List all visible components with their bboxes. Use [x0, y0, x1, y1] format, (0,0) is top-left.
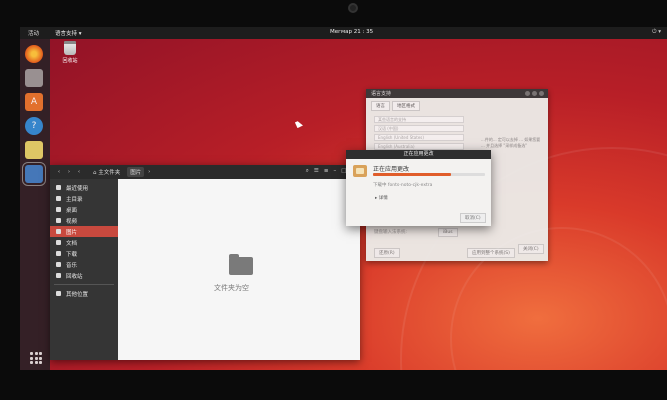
back-icon[interactable]: ‹	[54, 169, 64, 175]
language-support-titlebar: 语言支持	[366, 89, 548, 98]
search-icon[interactable]: ⌕	[306, 168, 309, 175]
sidebar-item-videos[interactable]: 视频	[50, 215, 118, 226]
breadcrumb-current[interactable]: 图片	[127, 167, 145, 177]
path-right-icon[interactable]: ›	[144, 169, 154, 175]
sidebar-item-music[interactable]: 音乐	[50, 259, 118, 270]
revert-button[interactable]: 还原(R)	[374, 248, 400, 258]
sidebar-item-desktop[interactable]: 桌面	[50, 204, 118, 215]
plus-icon	[56, 291, 61, 296]
sidebar-item-downloads[interactable]: 下载	[50, 248, 118, 259]
applying-changes-dialog: 正在应用更改 正在应用更改 下载中 fonts-noto-cjk-extra ▸…	[346, 150, 491, 226]
progress-bar	[373, 173, 485, 176]
video-icon	[56, 218, 61, 223]
path-left-icon[interactable]: ‹	[74, 169, 84, 175]
maximize-icon[interactable]	[532, 91, 537, 96]
menu-icon[interactable]: ≡	[324, 168, 329, 175]
file-manager-header: ‹ › ‹ ⌂ 主文件夹 图片 › ⌕ ☰ ≡ – □ ✕	[50, 165, 360, 179]
help-icon[interactable]: ?	[25, 117, 43, 135]
package-icon	[353, 165, 367, 177]
language-support-title: 语言支持	[371, 91, 392, 97]
empty-folder-text: 文件夹为空	[214, 284, 249, 292]
trash-icon	[64, 41, 76, 55]
sidebar-item-recent[interactable]: 最近使用	[50, 182, 118, 193]
file-manager-window: ‹ › ‹ ⌂ 主文件夹 图片 › ⌕ ☰ ≡ – □ ✕ 最近使用 主目录 桌…	[50, 165, 360, 360]
breadcrumb-home-label: 主文件夹	[98, 170, 121, 176]
software-center-icon[interactable]: A	[25, 93, 43, 111]
apply-system-wide-button[interactable]: 应用到整个系统(S)	[467, 248, 515, 258]
forward-icon[interactable]: ›	[64, 169, 74, 175]
details-label: 详情	[378, 196, 388, 201]
file-view[interactable]: 文件夹为空	[118, 179, 360, 360]
close-icon[interactable]	[539, 91, 544, 96]
input-method-select[interactable]: iBus	[438, 228, 458, 237]
sidebar: 最近使用 主目录 桌面 视频 图片 文档 下载 音乐 回收站 其他位置	[50, 179, 118, 360]
language-row[interactable]: English (United States)	[374, 134, 464, 141]
home-icon	[56, 196, 61, 201]
app-menu[interactable]: 语言支持 ▾	[55, 29, 82, 37]
info-text: ...件的... 定可以去掉 ... 如果您要 ... 并且选择 "采样成备选"	[481, 137, 541, 148]
cancel-button[interactable]: 取消(C)	[460, 213, 486, 223]
language-support-icon[interactable]	[22, 162, 46, 186]
tab-language[interactable]: 语言	[371, 101, 390, 111]
notes-icon[interactable]	[25, 141, 43, 159]
files-icon[interactable]	[25, 69, 43, 87]
view-options-icon[interactable]: ☰	[314, 168, 319, 175]
clock[interactable]: Meгмар 21 : 35	[330, 29, 373, 35]
download-status: 下载中 fonts-noto-cjk-extra	[373, 183, 433, 188]
language-row[interactable]: 某些语言的支持	[374, 116, 464, 123]
show-apps-icon[interactable]	[30, 352, 42, 364]
sidebar-divider	[54, 284, 114, 285]
trash-icon	[56, 273, 61, 278]
folder-icon	[56, 207, 61, 212]
mouse-cursor	[295, 120, 303, 128]
trash-label: 回收站	[62, 58, 78, 64]
sidebar-item-other-locations[interactable]: 其他位置	[50, 288, 118, 299]
language-row[interactable]: English (Australia)	[374, 143, 464, 150]
desktop-screen: 活动 语言支持 ▾ Meгмар 21 : 35 ⏻ ▾ A ? 回收站 ‹ ›…	[20, 27, 667, 370]
progress-fill	[373, 173, 452, 176]
system-menu[interactable]: ⏻ ▾	[652, 29, 661, 36]
dialog-heading: 正在应用更改	[373, 166, 410, 173]
input-method-label: 键盘输入法系统:	[374, 230, 408, 235]
language-row[interactable]: 汉语 (中国)	[374, 125, 464, 132]
activities-button[interactable]: 活动	[28, 29, 39, 37]
minimize-icon[interactable]	[525, 91, 530, 96]
breadcrumb-home[interactable]: ⌂ 主文件夹	[90, 167, 123, 177]
details-expander[interactable]: ▸ 详情	[375, 195, 388, 201]
sidebar-item-trash[interactable]: 回收站	[50, 270, 118, 281]
empty-folder-icon	[229, 254, 253, 275]
sidebar-item-pictures[interactable]: 图片	[50, 226, 118, 237]
dialog-title: 正在应用更改	[346, 150, 491, 159]
sidebar-item-home[interactable]: 主目录	[50, 193, 118, 204]
recent-icon	[56, 185, 61, 190]
firefox-icon[interactable]	[25, 45, 43, 63]
webcam	[348, 3, 358, 13]
top-bar: 活动 语言支持 ▾ Meгмар 21 : 35 ⏻ ▾	[20, 27, 667, 39]
download-icon	[56, 251, 61, 256]
dock: A ?	[20, 39, 50, 370]
document-icon	[56, 240, 61, 245]
image-icon	[56, 229, 61, 234]
sidebar-item-documents[interactable]: 文档	[50, 237, 118, 248]
tab-bar: 语言 地区格式	[366, 98, 548, 114]
desktop-trash[interactable]: 回收站	[58, 41, 82, 64]
close-button[interactable]: 关闭(C)	[518, 244, 544, 254]
minimize-icon[interactable]: –	[333, 168, 336, 175]
music-icon	[56, 262, 61, 267]
tab-regional-formats[interactable]: 地区格式	[392, 101, 420, 111]
